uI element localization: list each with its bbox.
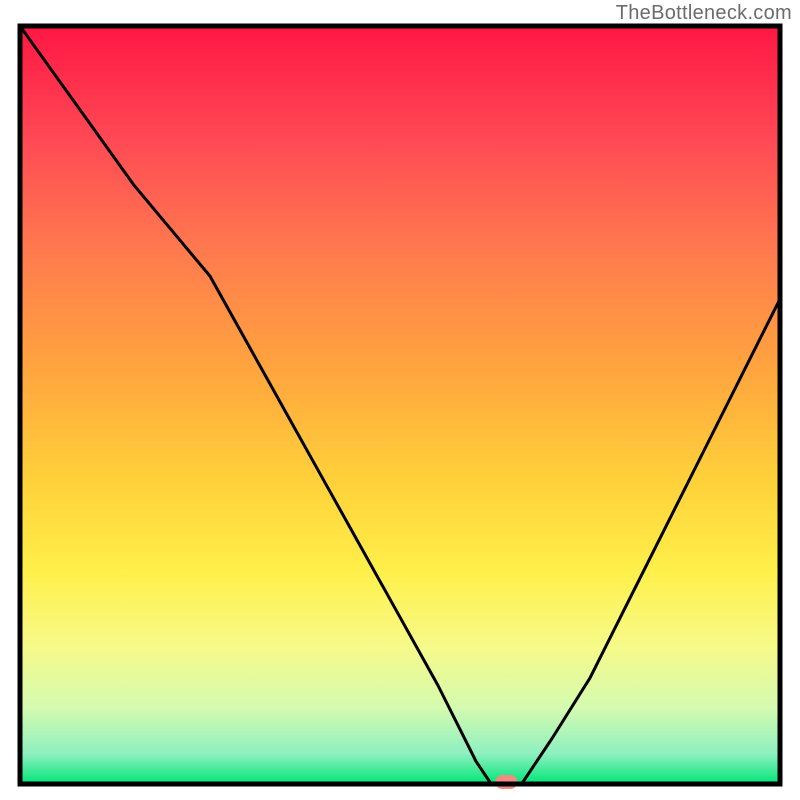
chart-background-gradient xyxy=(20,26,780,784)
chart-container: TheBottleneck.com xyxy=(0,0,800,800)
bottleneck-chart xyxy=(0,0,800,800)
watermark-text: TheBottleneck.com xyxy=(616,2,792,25)
